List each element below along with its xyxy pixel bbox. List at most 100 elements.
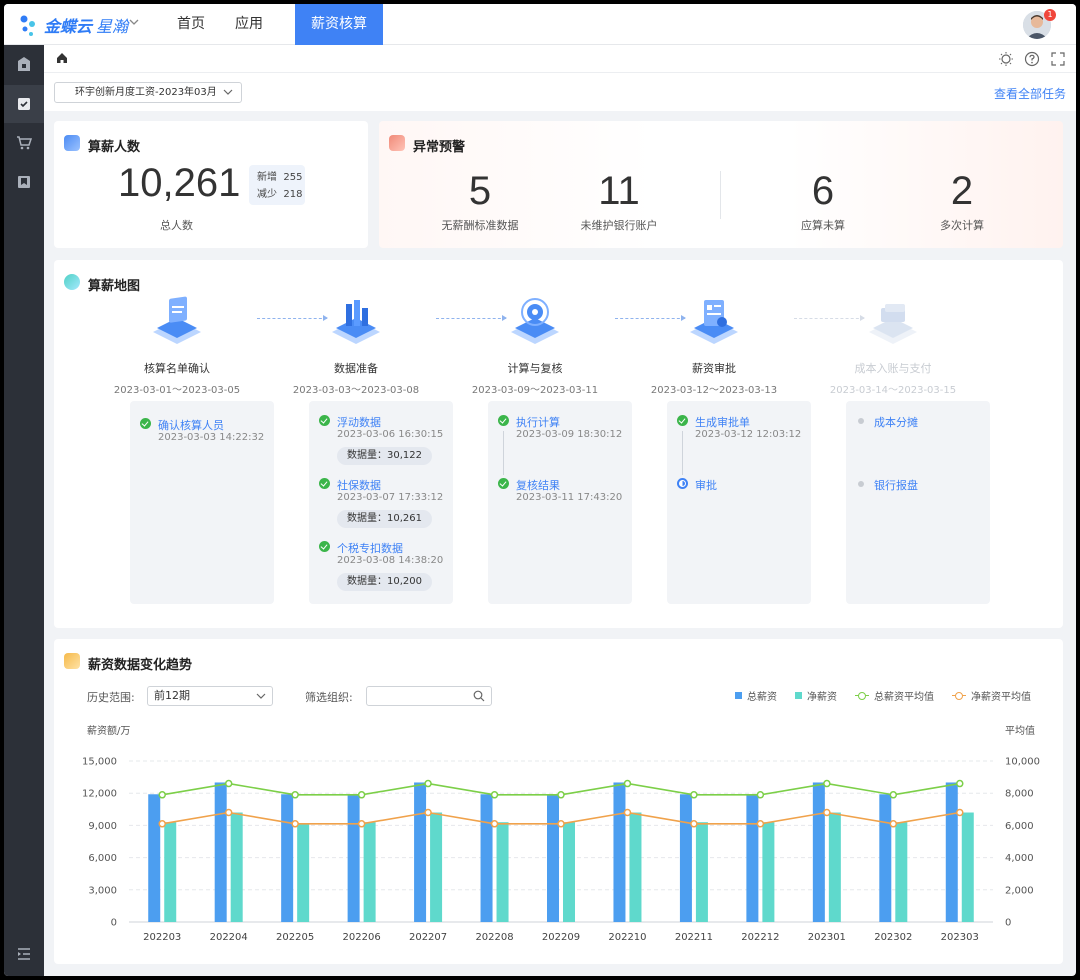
nav-payroll[interactable]: 薪资核算 (295, 4, 383, 45)
y2-tick-label: 6,000 (1005, 821, 1034, 832)
alert-stat[interactable]: 2 多次计算 (892, 169, 1032, 233)
point-net-avg (889, 820, 898, 828)
task-title: 审批 (695, 479, 717, 492)
task-title: 浮动数据 (337, 416, 381, 429)
bar-net (496, 822, 509, 922)
x-tick-label: 202209 (542, 932, 580, 943)
home-icon[interactable] (56, 52, 68, 67)
bar-gross (812, 782, 825, 922)
added-label: 新增 (257, 172, 277, 183)
bar-gross (547, 795, 559, 922)
task-check-icon (18, 98, 30, 110)
headcount-delta: 新增 255 减少 218 (249, 165, 305, 205)
sidebar-item-cart[interactable] (4, 124, 44, 162)
help-icon[interactable] (1024, 51, 1040, 70)
alert-value: 11 (598, 169, 640, 213)
y-tick-label: 3,000 (88, 885, 117, 896)
stage-calc-review[interactable]: 计算与复核 2023-03-09～2023-03-11 (460, 296, 610, 396)
alert-value: 2 (950, 169, 974, 213)
point-gross-avg (357, 791, 366, 799)
x-tick-label: 202302 (874, 932, 912, 943)
bar-gross (347, 795, 360, 922)
sidebar-item-tasks[interactable] (4, 85, 44, 123)
point-gross-avg (889, 791, 898, 799)
pending-dot-icon (858, 481, 864, 487)
point-gross-avg (756, 791, 765, 799)
added-value: 255 (283, 172, 303, 183)
stage-approval[interactable]: 薪资审批 2023-03-12～2023-03-13 (639, 296, 789, 396)
collapse-menu-icon (18, 948, 30, 960)
pending-dot-icon (858, 418, 864, 424)
map-icon (64, 274, 80, 290)
stage-name: 计算与复核 (507, 362, 563, 375)
page-tools (998, 51, 1066, 70)
stage-data-prep[interactable]: 数据准备 2023-03-03～2023-03-08 (281, 296, 431, 396)
stage-name: 数据准备 (334, 362, 378, 375)
chevron-down-icon[interactable] (128, 16, 140, 31)
task-title: 确认核算人员 (158, 419, 224, 432)
bar-net (695, 822, 708, 922)
sidebar-item-building[interactable] (4, 45, 44, 83)
logo-subtext: 星瀚 (96, 17, 129, 36)
point-net-avg (158, 820, 166, 828)
y2-tick-label: 2,000 (1005, 885, 1034, 896)
nav-apps[interactable]: 应用 (220, 4, 278, 45)
point-gross-avg (690, 791, 698, 799)
task-title: 执行计算 (516, 416, 560, 429)
point-net-avg (490, 820, 499, 828)
point-gross-avg (557, 791, 565, 799)
bookmark-icon (18, 176, 30, 188)
bar-net (629, 812, 642, 922)
fullscreen-icon[interactable] (1050, 51, 1066, 70)
bar-net (164, 822, 177, 922)
cart-icon (17, 136, 32, 150)
task-count: 数据量：10,200 (337, 573, 432, 591)
y2-tick-label: 4,000 (1005, 853, 1034, 864)
trend-card: 薪资数据变化趋势 历史范围: 前12期 筛选组织: 总薪资 净薪资 总薪资平均值… (54, 639, 1063, 964)
period-select[interactable]: 环宇创新月度工资-2023年03月 (54, 82, 242, 103)
task-title: 复核结果 (516, 479, 560, 492)
y2-tick-label: 0 (1005, 918, 1011, 929)
task-time: 2023-03-09 18:30:12 (516, 429, 623, 440)
task-panel-data-prep: 浮动数据 2023-03-06 16:30:15 数据量：30,122 社保数据… (309, 401, 453, 604)
bar-gross (214, 782, 227, 922)
alert-card: 异常预警 5 无薪酬标准数据 11 未维护银行账户 6 应算未算 2 多次计算 (379, 121, 1063, 248)
point-net-avg (823, 808, 831, 817)
alert-label: 无薪酬标准数据 (441, 219, 519, 232)
task-time: 2023-03-08 14:38:20 (337, 555, 444, 566)
alert-stat[interactable]: 6 应算未算 (753, 169, 893, 233)
check-circle-icon (319, 478, 330, 489)
alert-label: 应算未算 (801, 219, 845, 232)
stage-date: 2023-03-01～2023-03-05 (113, 385, 241, 396)
alert-stat[interactable]: 5 无薪酬标准数据 (410, 169, 550, 233)
bar-gross (480, 794, 493, 922)
building-icon (18, 57, 30, 71)
task-title: 社保数据 (337, 479, 381, 492)
chevron-down-icon (223, 83, 233, 109)
point-net-avg (357, 820, 366, 828)
point-net-avg (557, 820, 565, 828)
view-all-tasks-link[interactable]: 查看全部任务 (994, 85, 1066, 102)
stage-name: 成本入账与支付 (854, 362, 932, 375)
bar-gross (679, 794, 692, 922)
lightbulb-icon[interactable] (998, 51, 1014, 70)
count-value: 10,261 (387, 513, 422, 524)
app-window: 金蝶云 星瀚 首页 应用 薪资核算 1 环宇创新月度工资-2023年03月 查看… (4, 4, 1076, 976)
check-circle-icon (319, 415, 330, 426)
warning-icon (389, 135, 405, 151)
alert-stat[interactable]: 11 未维护银行账户 (549, 169, 689, 233)
sidebar-item-bookmark[interactable] (4, 163, 44, 201)
count-label: 数据量： (347, 513, 387, 524)
point-gross-avg (158, 791, 166, 799)
stage-cost-payment[interactable]: 成本入账与支付 2023-03-14～2023-03-15 (818, 296, 968, 396)
payroll-map-card: 算薪地图 核算名单确认 2023-03-01～2023-03-05 数据准备 2… (54, 260, 1063, 628)
x-tick-label: 202301 (808, 932, 846, 943)
x-tick-label: 202204 (210, 932, 248, 943)
logo[interactable]: 金蝶云 星瀚 (18, 12, 128, 38)
check-circle-icon (140, 418, 151, 429)
stage-roster[interactable]: 核算名单确认 2023-03-01～2023-03-05 (102, 296, 252, 396)
sidebar-collapse-toggle[interactable] (4, 935, 44, 973)
count-value: 10,200 (387, 576, 422, 587)
point-gross-avg (956, 779, 964, 788)
nav-home[interactable]: 首页 (162, 4, 220, 45)
